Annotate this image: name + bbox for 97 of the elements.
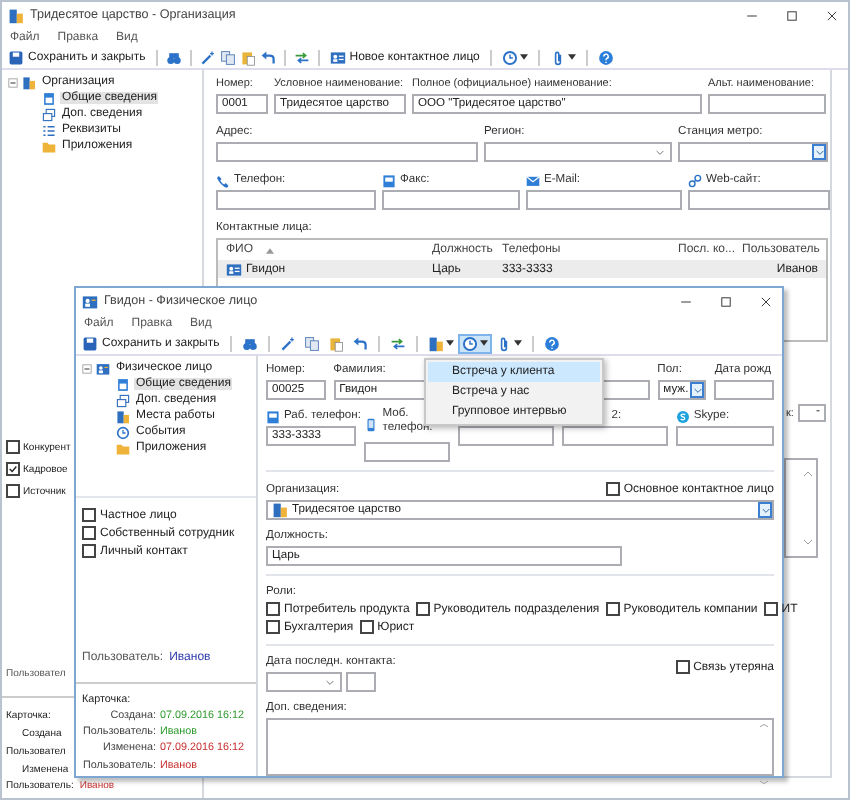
buildings-icon <box>116 409 130 423</box>
checkbox[interactable] <box>605 482 620 496</box>
save-icon <box>8 49 24 65</box>
text-field[interactable] <box>526 190 682 210</box>
text-field[interactable] <box>688 190 830 210</box>
windows-icon <box>116 393 130 407</box>
help-icon[interactable] <box>597 49 614 65</box>
caret-icon[interactable] <box>445 340 454 346</box>
dropdown-button[interactable] <box>812 144 826 160</box>
clock-icon[interactable] <box>461 335 478 351</box>
swap-arrows-icon[interactable] <box>293 49 310 65</box>
caret-icon[interactable] <box>479 340 488 346</box>
person-card-icon <box>82 293 98 309</box>
buildings-icon <box>8 7 24 23</box>
skype-icon <box>675 409 690 423</box>
save-icon <box>82 335 98 351</box>
collapse-icon[interactable] <box>8 77 18 87</box>
text-field[interactable] <box>216 190 376 210</box>
chevron-icon <box>761 507 769 513</box>
binoculars-icon[interactable] <box>241 335 258 351</box>
text-field[interactable] <box>216 142 478 162</box>
page-icon <box>116 377 130 391</box>
link-icon <box>688 173 702 187</box>
contact-card-icon <box>226 261 242 277</box>
minimize-icon[interactable] <box>680 295 692 307</box>
person-card-icon <box>96 361 110 375</box>
checkbox[interactable] <box>266 602 280 616</box>
fax-icon <box>382 173 396 187</box>
checkbox[interactable] <box>82 544 96 558</box>
paperclip-icon[interactable] <box>549 49 566 65</box>
collapse-icon[interactable] <box>82 363 92 373</box>
windows-icon <box>42 107 56 121</box>
buildings-icon[interactable] <box>427 335 444 351</box>
folder-icon <box>42 139 56 153</box>
clock-icon <box>116 425 130 439</box>
phone-icon <box>216 173 230 187</box>
checkbox[interactable] <box>82 508 96 522</box>
checkbox[interactable] <box>359 620 374 634</box>
caret-icon[interactable] <box>513 340 522 346</box>
chevron-icon <box>693 387 702 393</box>
checkbox[interactable] <box>763 602 778 616</box>
minimize-icon[interactable] <box>746 9 758 21</box>
checkbox[interactable] <box>82 526 96 540</box>
dropdown-field[interactable] <box>484 142 672 162</box>
contact-card-icon <box>329 49 346 65</box>
wand-icon[interactable] <box>279 335 296 351</box>
buildings-icon <box>22 75 36 89</box>
envelope-icon <box>526 173 540 187</box>
help-icon[interactable] <box>543 335 560 351</box>
undo-icon[interactable] <box>351 335 368 351</box>
chevron-icon <box>815 149 823 155</box>
checkbox[interactable] <box>6 484 20 498</box>
fax-icon <box>266 409 280 423</box>
folder-icon <box>116 441 130 455</box>
text-field[interactable] <box>457 426 554 446</box>
buildings-icon <box>272 502 288 518</box>
time-field[interactable] <box>346 672 376 692</box>
checkbox[interactable] <box>6 440 20 454</box>
text-field[interactable] <box>708 94 826 114</box>
undo-icon[interactable] <box>259 49 276 65</box>
chevron-icon[interactable] <box>656 150 664 156</box>
caret-icon[interactable] <box>519 54 528 60</box>
swap-arrows-icon[interactable] <box>389 335 406 351</box>
text-field[interactable] <box>364 442 450 462</box>
paperclip-icon[interactable] <box>495 335 512 351</box>
page-icon <box>42 91 56 105</box>
scrollbar[interactable] <box>758 722 770 786</box>
paste-icon[interactable] <box>327 335 344 351</box>
close-icon[interactable] <box>760 295 772 307</box>
mobile-phone-icon <box>364 417 379 431</box>
text-field[interactable] <box>561 426 668 446</box>
text-field[interactable] <box>382 190 520 210</box>
date-field[interactable] <box>266 672 342 692</box>
sort-icon <box>265 247 274 253</box>
clock-icon[interactable] <box>501 49 518 65</box>
caret-icon[interactable] <box>567 54 576 60</box>
copy-icon[interactable] <box>219 49 236 65</box>
paste-icon[interactable] <box>239 49 256 65</box>
dropdown-field[interactable] <box>678 142 828 162</box>
dropdown-button[interactable] <box>690 382 705 398</box>
binoculars-icon[interactable] <box>165 49 182 65</box>
chevron-icon[interactable] <box>326 680 334 686</box>
close-icon[interactable] <box>826 9 838 21</box>
checkbox[interactable] <box>6 462 20 476</box>
maximize-icon[interactable] <box>786 9 798 21</box>
wand-icon[interactable] <box>199 49 216 65</box>
list-icon <box>42 123 56 137</box>
text-field[interactable] <box>675 426 774 446</box>
checkbox[interactable] <box>675 660 690 674</box>
text-area[interactable] <box>784 458 818 558</box>
maximize-icon[interactable] <box>720 295 732 307</box>
checkbox[interactable] <box>605 602 620 616</box>
dropdown-button[interactable] <box>758 502 772 518</box>
copy-icon[interactable] <box>303 335 320 351</box>
checkbox[interactable] <box>415 602 430 616</box>
date-field[interactable] <box>714 380 774 400</box>
checkbox[interactable] <box>266 620 280 634</box>
